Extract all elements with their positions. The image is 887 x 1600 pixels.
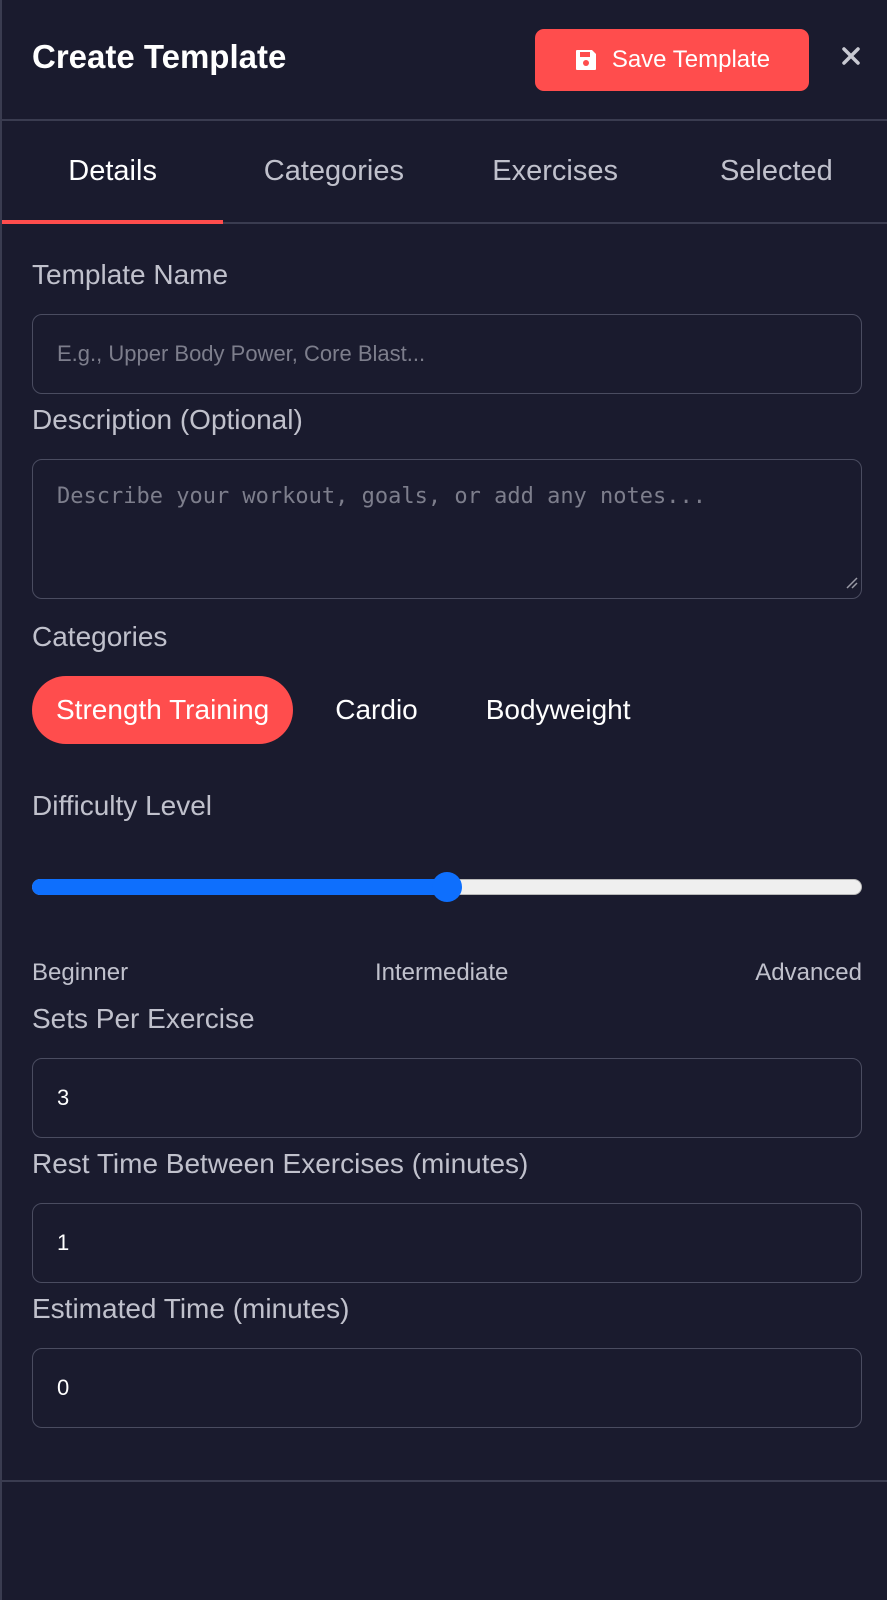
difficulty-beginner: Beginner (32, 959, 129, 986)
estimated-time-value: 0 (57, 1375, 70, 1400)
details-form: Template Name E.g., Upper Body Power, Co… (2, 259, 887, 1428)
rest-time-input[interactable]: 1 (32, 1203, 862, 1283)
difficulty-intermediate: Intermediate (374, 959, 509, 986)
difficulty-label: Difficulty Level (32, 790, 213, 821)
estimated-time-input[interactable]: 0 (32, 1348, 862, 1428)
description-label: Description (Optional) (32, 404, 303, 435)
difficulty-scale: Beginner Intermediate Advanced (32, 959, 862, 987)
tab-exercises[interactable]: Exercises (445, 121, 666, 222)
categories-label: Categories (32, 621, 168, 652)
floppy-disk-icon (574, 48, 598, 72)
create-template-panel: Create Template Save Template Details Ca… (0, 0, 887, 1600)
difficulty-advanced: Advanced (755, 959, 862, 986)
category-chips: Strength Training Cardio Bodyweight (32, 676, 843, 744)
sets-per-exercise-label: Sets Per Exercise (32, 1003, 255, 1034)
tab-selected[interactable]: Selected (666, 121, 887, 222)
resize-handle-icon[interactable] (844, 570, 858, 595)
sets-per-exercise-value: 3 (57, 1085, 70, 1110)
save-template-button[interactable]: Save Template (535, 29, 809, 91)
close-button[interactable] (835, 42, 867, 74)
category-chip-strength-training[interactable]: Strength Training (32, 676, 294, 744)
tab-details[interactable]: Details (2, 121, 224, 224)
category-chip-cardio[interactable]: Cardio (311, 676, 441, 744)
tab-bar: Details Categories Exercises Selected (2, 121, 887, 224)
description-textarea[interactable]: Describe your workout, goals, or add any… (32, 459, 862, 599)
close-icon (841, 46, 861, 71)
rest-time-value: 1 (57, 1230, 70, 1255)
template-name-placeholder: E.g., Upper Body Power, Core Blast... (57, 341, 426, 366)
slider-thumb[interactable] (432, 872, 462, 902)
description-placeholder: Describe your workout, goals, or add any… (57, 484, 707, 509)
page-title: Create Template (32, 38, 287, 75)
sets-per-exercise-input[interactable]: 3 (32, 1058, 862, 1138)
difficulty-slider[interactable] (32, 872, 862, 902)
save-template-label: Save Template (611, 46, 771, 73)
footer-divider (2, 1480, 887, 1482)
tab-categories[interactable]: Categories (223, 121, 444, 222)
slider-fill (32, 879, 447, 895)
panel-header: Create Template Save Template (2, 0, 887, 121)
category-chip-bodyweight[interactable]: Bodyweight (462, 676, 655, 744)
template-name-input[interactable]: E.g., Upper Body Power, Core Blast... (32, 314, 862, 394)
template-name-label: Template Name (32, 259, 229, 290)
estimated-time-label: Estimated Time (minutes) (32, 1293, 350, 1324)
rest-time-label: Rest Time Between Exercises (minutes) (32, 1148, 529, 1179)
